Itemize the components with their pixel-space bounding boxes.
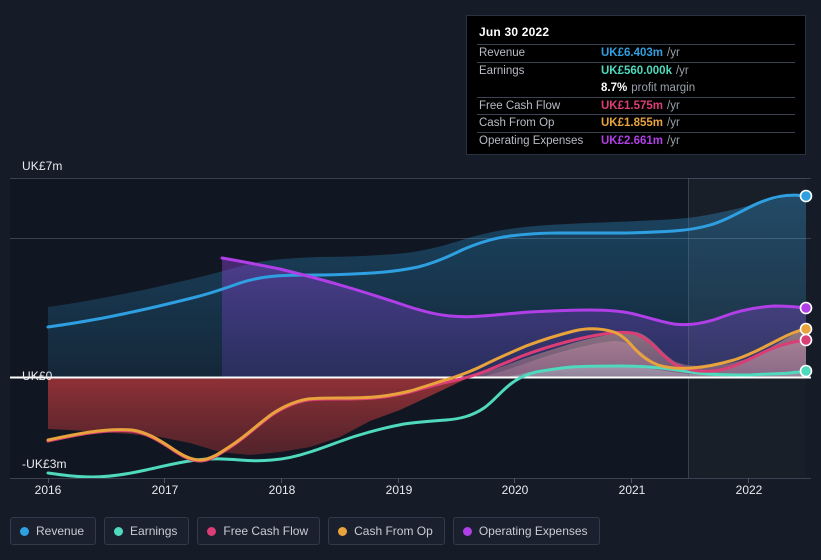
x-axis: 2016 2017 2018 2019 2020 2021 2022 <box>0 483 821 505</box>
y-axis-label-top: UK£7m <box>22 159 63 173</box>
tooltip-row-operating-expenses: Operating Expenses UK£2.661m /yr <box>477 131 795 150</box>
x-axis-label-2021: 2021 <box>618 483 646 497</box>
legend-item-operating-expenses[interactable]: Operating Expenses <box>452 517 600 545</box>
y-axis-label-bottom: -UK£3m <box>22 457 67 471</box>
tooltip-label-earnings: Earnings <box>479 64 525 77</box>
legend-dot-operating-expenses-icon <box>462 526 472 536</box>
marker-cashfromop <box>799 322 813 336</box>
legend-dot-cash-from-op-icon <box>338 526 348 536</box>
marker-opex <box>799 301 813 315</box>
marker-revenue <box>799 189 813 203</box>
data-tooltip: Jun 30 2022 Revenue UK£6.403m /yr Earnin… <box>466 15 806 155</box>
tooltip-date: Jun 30 2022 <box>479 25 550 39</box>
tooltip-row-profit-margin: 8.7% profit margin <box>477 79 795 97</box>
forecast-highlight-band <box>688 178 806 478</box>
tooltip-label-revenue: Revenue <box>479 47 526 60</box>
tooltip-unit-profit-margin: profit margin <box>631 81 696 94</box>
x-axis-label-2016: 2016 <box>34 483 62 497</box>
legend-dot-revenue-icon <box>20 526 29 536</box>
tooltip-unit-earnings: /yr <box>675 64 689 77</box>
tooltip-label-free-cash-flow: Free Cash Flow <box>479 99 561 112</box>
marker-freecashflow <box>799 333 813 347</box>
x-axis-label-2018: 2018 <box>268 483 296 497</box>
financial-chart-widget: UK£7m UK£0 -UK£3m 2016 2017 2018 2019 20… <box>0 0 821 560</box>
tooltip-unit-cash-from-op: /yr <box>667 117 680 130</box>
legend-dot-earnings-icon <box>114 526 124 536</box>
legend-label-earnings: Earnings <box>130 524 178 538</box>
x-axis-label-2017: 2017 <box>151 483 179 497</box>
tooltip-value-operating-expenses: UK£2.661m <box>601 134 664 147</box>
chart-legend: Revenue Earnings Free Cash Flow Cash Fro… <box>10 517 600 545</box>
x-axis-label-2020: 2020 <box>501 483 529 497</box>
tooltip-value-revenue: UK£6.403m <box>601 47 664 60</box>
legend-label-free-cash-flow: Free Cash Flow <box>223 524 309 538</box>
tooltip-row-revenue: Revenue UK£6.403m /yr <box>477 44 795 62</box>
marker-earnings <box>799 364 813 378</box>
tooltip-row-cash-from-op: Cash From Op UK£1.855m /yr <box>477 114 795 132</box>
tooltip-label-cash-from-op: Cash From Op <box>479 117 555 130</box>
x-axis-label-2022: 2022 <box>735 483 763 497</box>
y-axis-label-zero: UK£0 <box>22 369 53 383</box>
tooltip-label-operating-expenses: Operating Expenses <box>479 134 584 147</box>
legend-label-revenue: Revenue <box>36 524 85 538</box>
tooltip-unit-operating-expenses: /yr <box>667 134 680 147</box>
tooltip-unit-free-cash-flow: /yr <box>667 99 680 112</box>
legend-dot-free-cash-flow-icon <box>207 526 217 536</box>
legend-label-cash-from-op: Cash From Op <box>354 524 433 538</box>
tooltip-unit-revenue: /yr <box>667 47 680 60</box>
tooltip-value-cash-from-op: UK£1.855m <box>601 117 664 130</box>
legend-label-operating-expenses: Operating Expenses <box>478 524 588 538</box>
legend-item-earnings[interactable]: Earnings <box>104 517 190 545</box>
x-axis-label-2019: 2019 <box>385 483 413 497</box>
legend-item-free-cash-flow[interactable]: Free Cash Flow <box>197 517 321 545</box>
tooltip-row-earnings: Earnings UK£560.000k /yr <box>477 61 795 80</box>
tooltip-row-free-cash-flow: Free Cash Flow UK£1.575m /yr <box>477 96 795 115</box>
tooltip-value-profit-margin: 8.7% <box>601 81 628 94</box>
tooltip-value-earnings: UK£560.000k <box>601 64 672 77</box>
tooltip-value-free-cash-flow: UK£1.575m <box>601 99 664 112</box>
legend-item-revenue[interactable]: Revenue <box>10 517 97 545</box>
legend-item-cash-from-op[interactable]: Cash From Op <box>328 517 445 545</box>
